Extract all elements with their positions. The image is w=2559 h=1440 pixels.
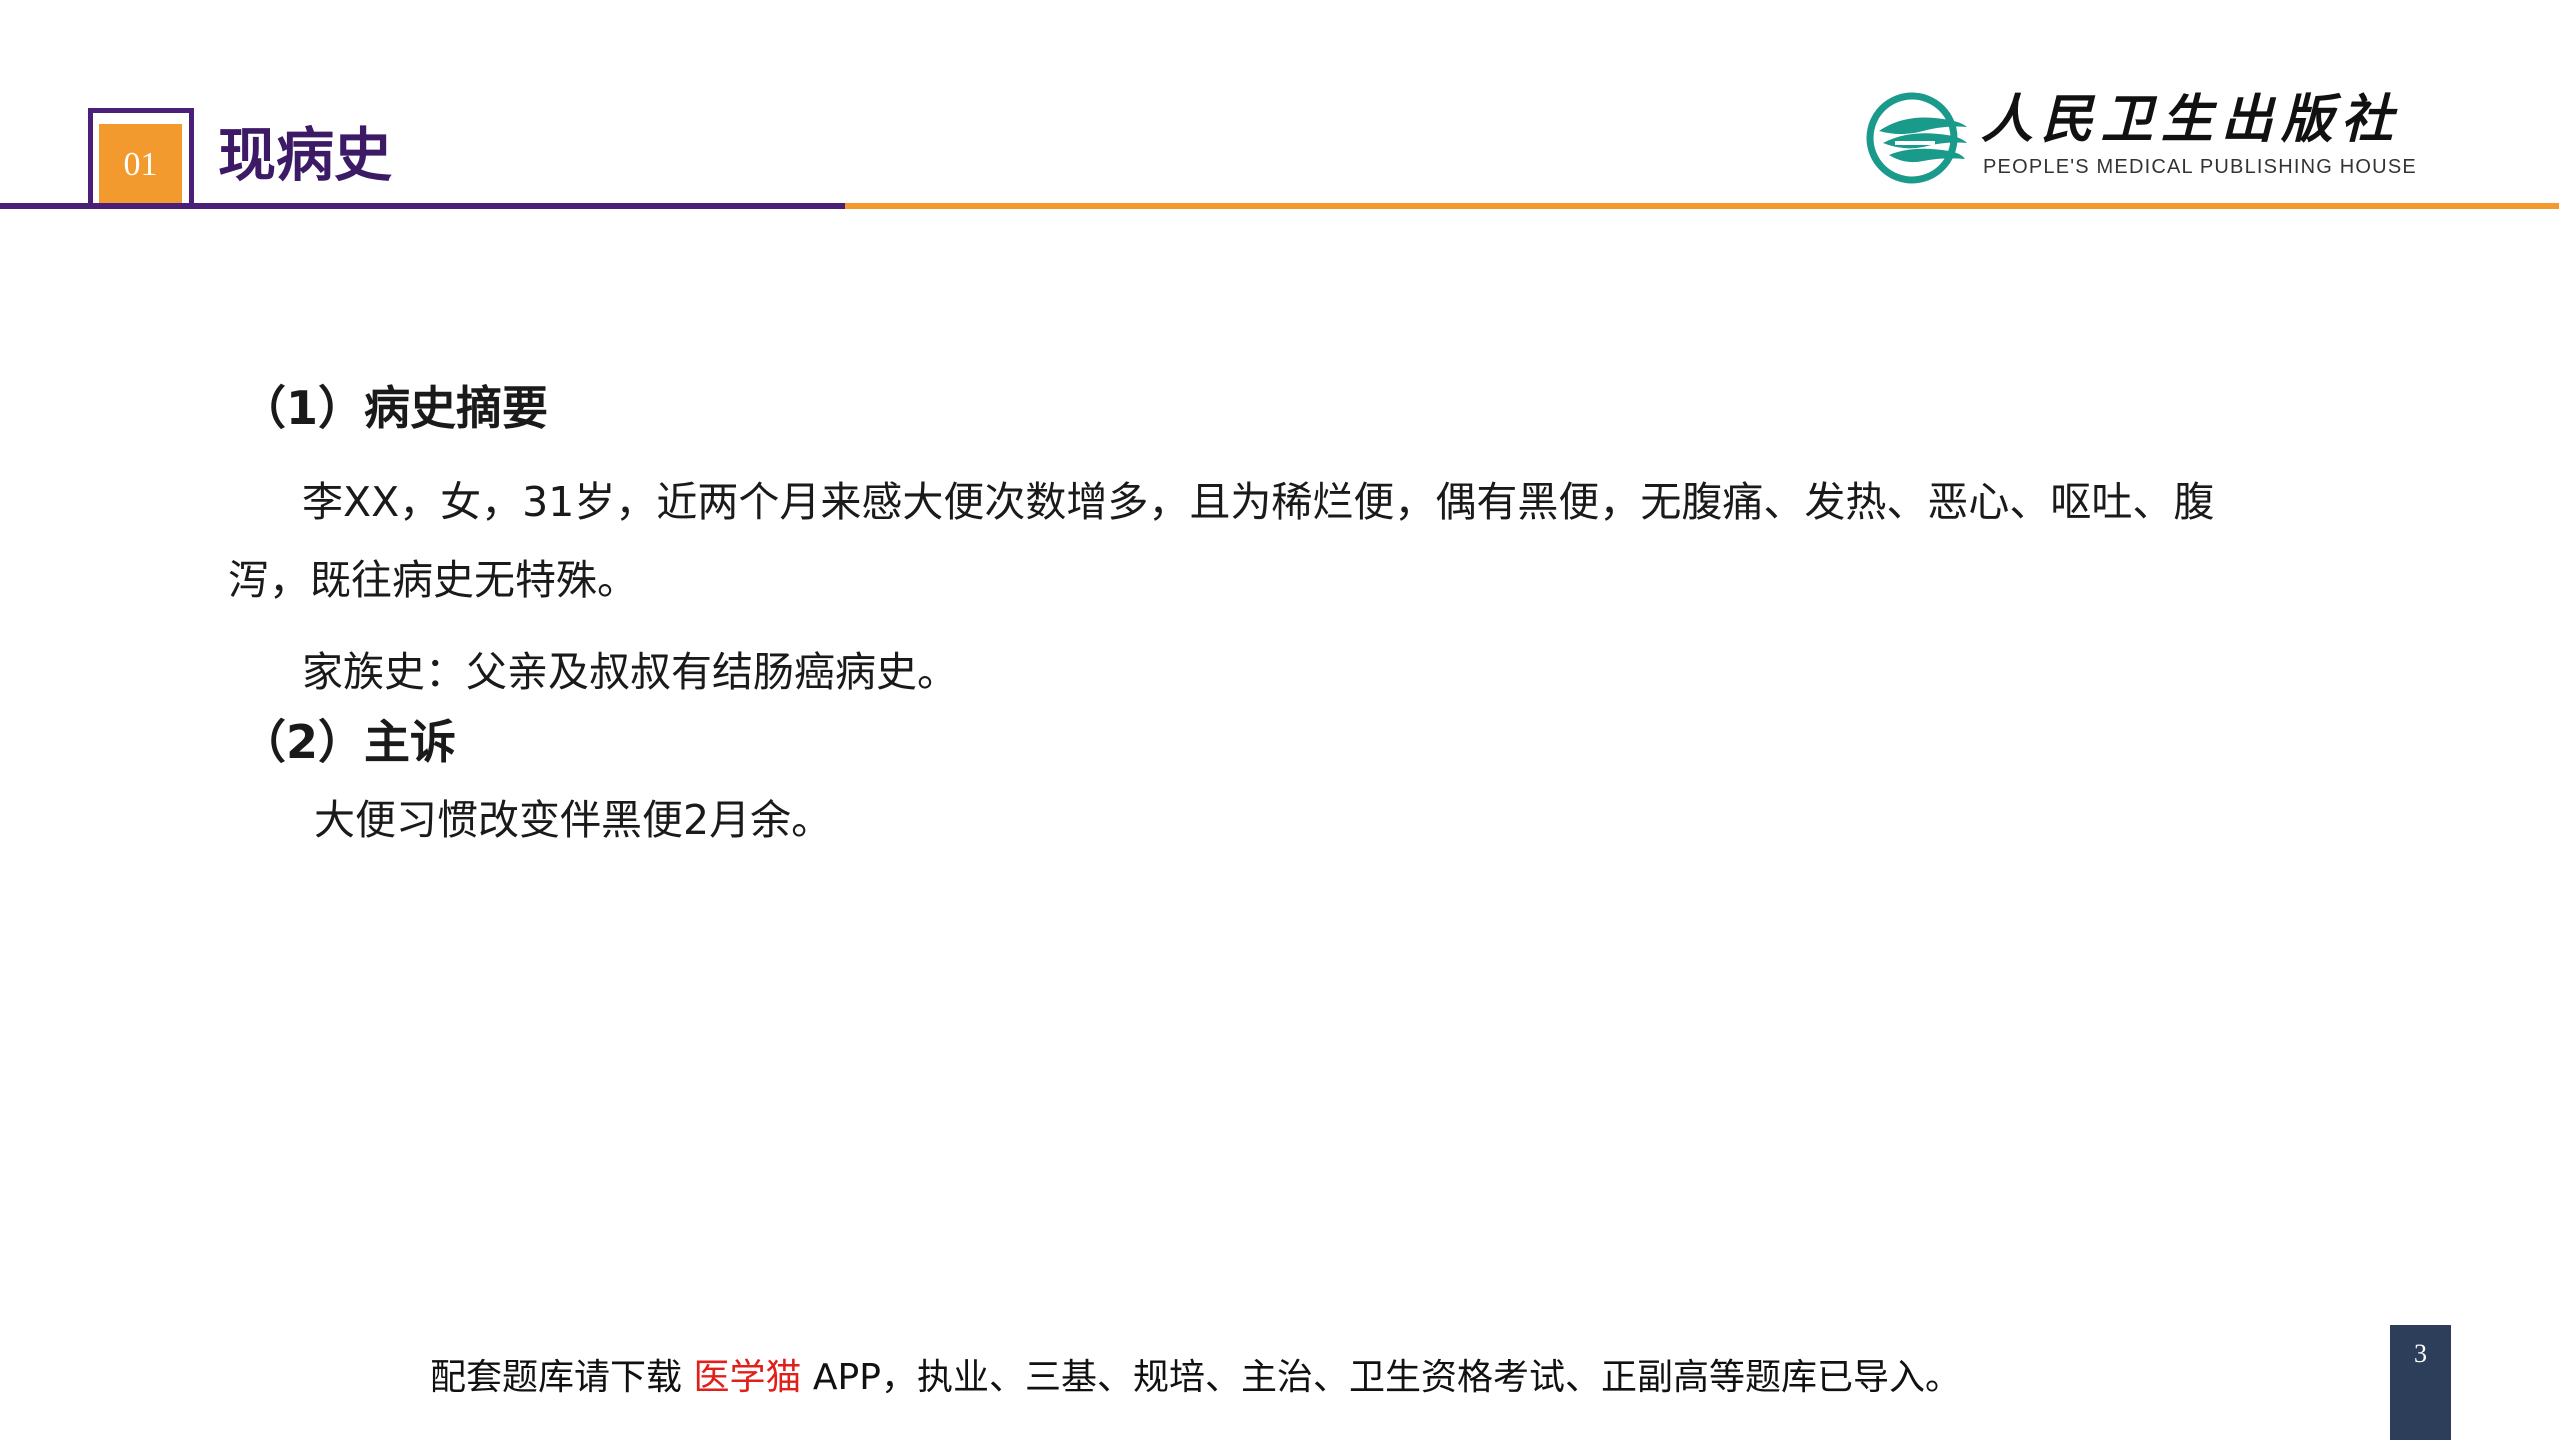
section-title-chief-complaint: （2）主诉 [240, 715, 457, 769]
footer-prefix: 配套题库请下载 [430, 1357, 694, 1398]
footer-notice: 配套题库请下载 医学猫 APP，执业、三基、规培、主治、卫生资格考试、正副高等题… [430, 1348, 1961, 1400]
chief-complaint: 大便习惯改变伴黑便2月余。 [314, 796, 833, 844]
section-title-history-summary: （1）病史摘要 [240, 381, 549, 435]
section-number-badge: 01 [99, 124, 182, 206]
page-number: 3 [2390, 1325, 2451, 1440]
history-summary-line-2: 泻，既往病史无特殊。 [228, 556, 638, 604]
publisher-logo: 人民卫生出版社 PEOPLE'S MEDICAL PUBLISHING HOUS… [1865, 88, 2435, 188]
publisher-name-en: PEOPLE'S MEDICAL PUBLISHING HOUSE [1983, 156, 2417, 178]
publisher-emblem-icon [1866, 92, 1967, 184]
header-rule-purple [0, 203, 845, 209]
header-rule-orange [845, 203, 2559, 209]
footer-suffix: APP，执业、三基、规培、主治、卫生资格考试、正副高等题库已导入。 [801, 1357, 1961, 1398]
footer-app-name: 医学猫 [693, 1357, 802, 1398]
publisher-name-cn: 人民卫生出版社 [1981, 89, 2402, 150]
history-summary-line-1: 李XX，女，31岁，近两个月来感大便次数增多，且为稀烂便，偶有黑便，无腹痛、发热… [302, 478, 2215, 526]
family-history: 家族史：父亲及叔叔有结肠癌病史。 [302, 648, 958, 696]
page-title: 现病史 [218, 121, 393, 189]
